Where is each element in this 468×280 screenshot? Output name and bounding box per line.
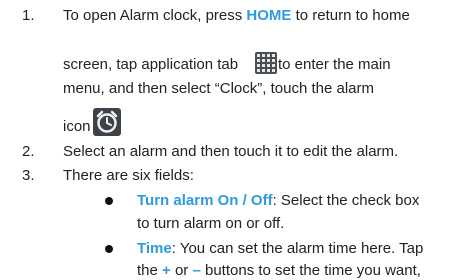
app-grid-icon	[255, 52, 277, 74]
bullet-2-text-c: buttons to set the time you want,	[200, 262, 421, 279]
home-keyword: HOME	[246, 7, 292, 24]
plus-symbol: +	[162, 262, 171, 279]
item-1-text-c: screen, tap application tab	[63, 56, 239, 73]
bullet-2-text: : You can set the alarm time here. Tap	[171, 240, 424, 257]
bullet-1-text: : Select the check box	[272, 192, 420, 209]
item-3-number: 3.	[22, 167, 35, 184]
bullet-2-text-b: or	[170, 262, 193, 279]
item-2-text: Select an alarm and then touch it to edi…	[63, 143, 399, 160]
turn-alarm-keyword: Turn alarm On / Off	[137, 192, 273, 209]
bullet-1-line-1: Turn alarm On / Off: Select the check bo…	[137, 192, 419, 210]
bullet-2-line-1: Time: You can set the alarm time here. T…	[137, 240, 423, 258]
bullet-1-line-2: to turn alarm on or off.	[137, 215, 285, 232]
item-1-text-a: To open Alarm clock, press	[63, 7, 247, 24]
item-1-text-b: to return to home	[291, 7, 410, 24]
alarm-clock-icon	[93, 108, 121, 136]
minus-symbol: –	[192, 262, 201, 279]
item-1-line-1: To open Alarm clock, press HOME to retur…	[63, 7, 410, 25]
item-2-number: 2.	[22, 143, 35, 160]
item-1-number: 1.	[22, 7, 35, 24]
bullet-dot	[105, 197, 113, 205]
bullet-2-line-2: the + or – buttons to set the time you w…	[137, 262, 421, 280]
item-1-line-2b: to enter the main	[278, 56, 391, 73]
bullet-dot	[105, 245, 113, 253]
item-1-line-3: menu, and then select “Clock”, touch the…	[63, 80, 374, 97]
item-3-text: There are six fields:	[63, 167, 194, 184]
item-1-line-2: screen, tap application tab	[63, 56, 238, 74]
time-keyword: Time	[137, 240, 172, 257]
item-1-line-4: icon	[63, 118, 91, 135]
bullet-2-text-a: the	[137, 262, 163, 279]
